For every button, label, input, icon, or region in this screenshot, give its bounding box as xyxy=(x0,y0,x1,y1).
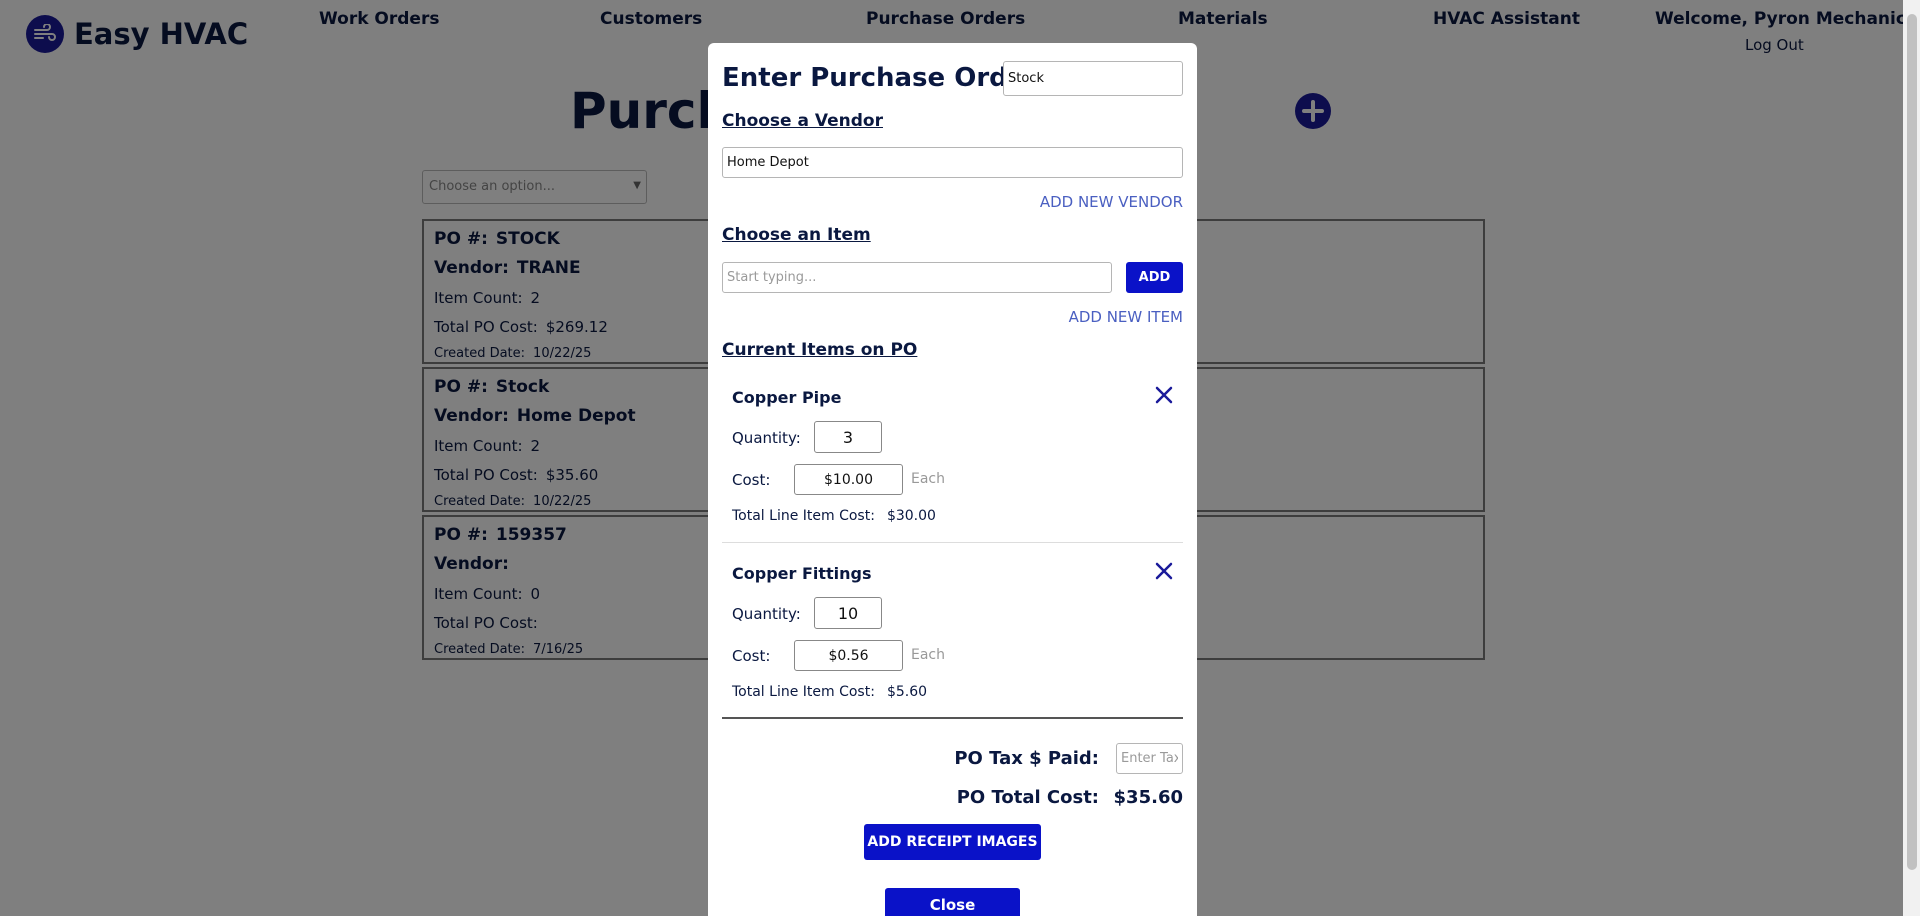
vendor-heading: Choose a Vendor xyxy=(722,111,883,131)
tax-label: PO Tax $ Paid: xyxy=(954,748,1099,769)
po-number-input[interactable] xyxy=(1003,61,1183,96)
purchase-order-modal: Enter Purchase Order # Choose a Vendor A… xyxy=(708,43,1197,916)
total-cost-value: $35.60 xyxy=(1113,787,1183,808)
cost-input[interactable] xyxy=(794,464,903,495)
each-label: Each xyxy=(911,647,945,663)
item-search-input[interactable] xyxy=(722,262,1112,293)
close-icon[interactable] xyxy=(1153,560,1175,582)
tax-input[interactable] xyxy=(1116,743,1183,774)
items-end-divider xyxy=(722,717,1183,719)
vendor-input[interactable] xyxy=(722,147,1183,178)
total-cost-label: PO Total Cost: xyxy=(956,787,1099,808)
close-button[interactable]: Close xyxy=(885,888,1020,916)
item-divider xyxy=(722,542,1183,543)
current-items-heading: Current Items on PO xyxy=(722,340,918,360)
line-total: Total Line Item Cost: $30.00 xyxy=(732,508,936,524)
line-total-value: $30.00 xyxy=(886,508,936,524)
line-total-label: Total Line Item Cost: xyxy=(732,508,875,524)
add-receipt-images-button[interactable]: ADD RECEIPT IMAGES xyxy=(864,824,1041,860)
quantity-label: Quantity: xyxy=(732,429,801,447)
line-total-label: Total Line Item Cost: xyxy=(732,684,875,700)
line-item-name: Copper Fittings xyxy=(732,564,872,583)
each-label: Each xyxy=(911,471,945,487)
line-total: Total Line Item Cost: $5.60 xyxy=(732,684,927,700)
scrollbar-thumb[interactable] xyxy=(1907,14,1917,870)
quantity-label: Quantity: xyxy=(732,605,801,623)
add-new-item-link[interactable]: ADD NEW ITEM xyxy=(1069,308,1183,326)
close-icon[interactable] xyxy=(1153,384,1175,406)
add-item-button[interactable]: ADD xyxy=(1126,262,1183,293)
item-heading: Choose an Item xyxy=(722,225,871,245)
quantity-input[interactable] xyxy=(814,421,882,453)
line-total-value: $5.60 xyxy=(886,684,928,700)
po-line-item: Copper Fittings Quantity: Cost: Each Tot… xyxy=(722,562,1183,714)
cost-input[interactable] xyxy=(794,640,903,671)
line-item-name: Copper Pipe xyxy=(732,388,842,407)
cost-label: Cost: xyxy=(732,647,771,665)
page-scrollbar[interactable] xyxy=(1903,0,1920,916)
po-line-item: Copper Pipe Quantity: Cost: Each Total L… xyxy=(722,386,1183,538)
add-new-vendor-link[interactable]: ADD NEW VENDOR xyxy=(1040,193,1183,211)
cost-label: Cost: xyxy=(732,471,771,489)
quantity-input[interactable] xyxy=(814,597,882,629)
